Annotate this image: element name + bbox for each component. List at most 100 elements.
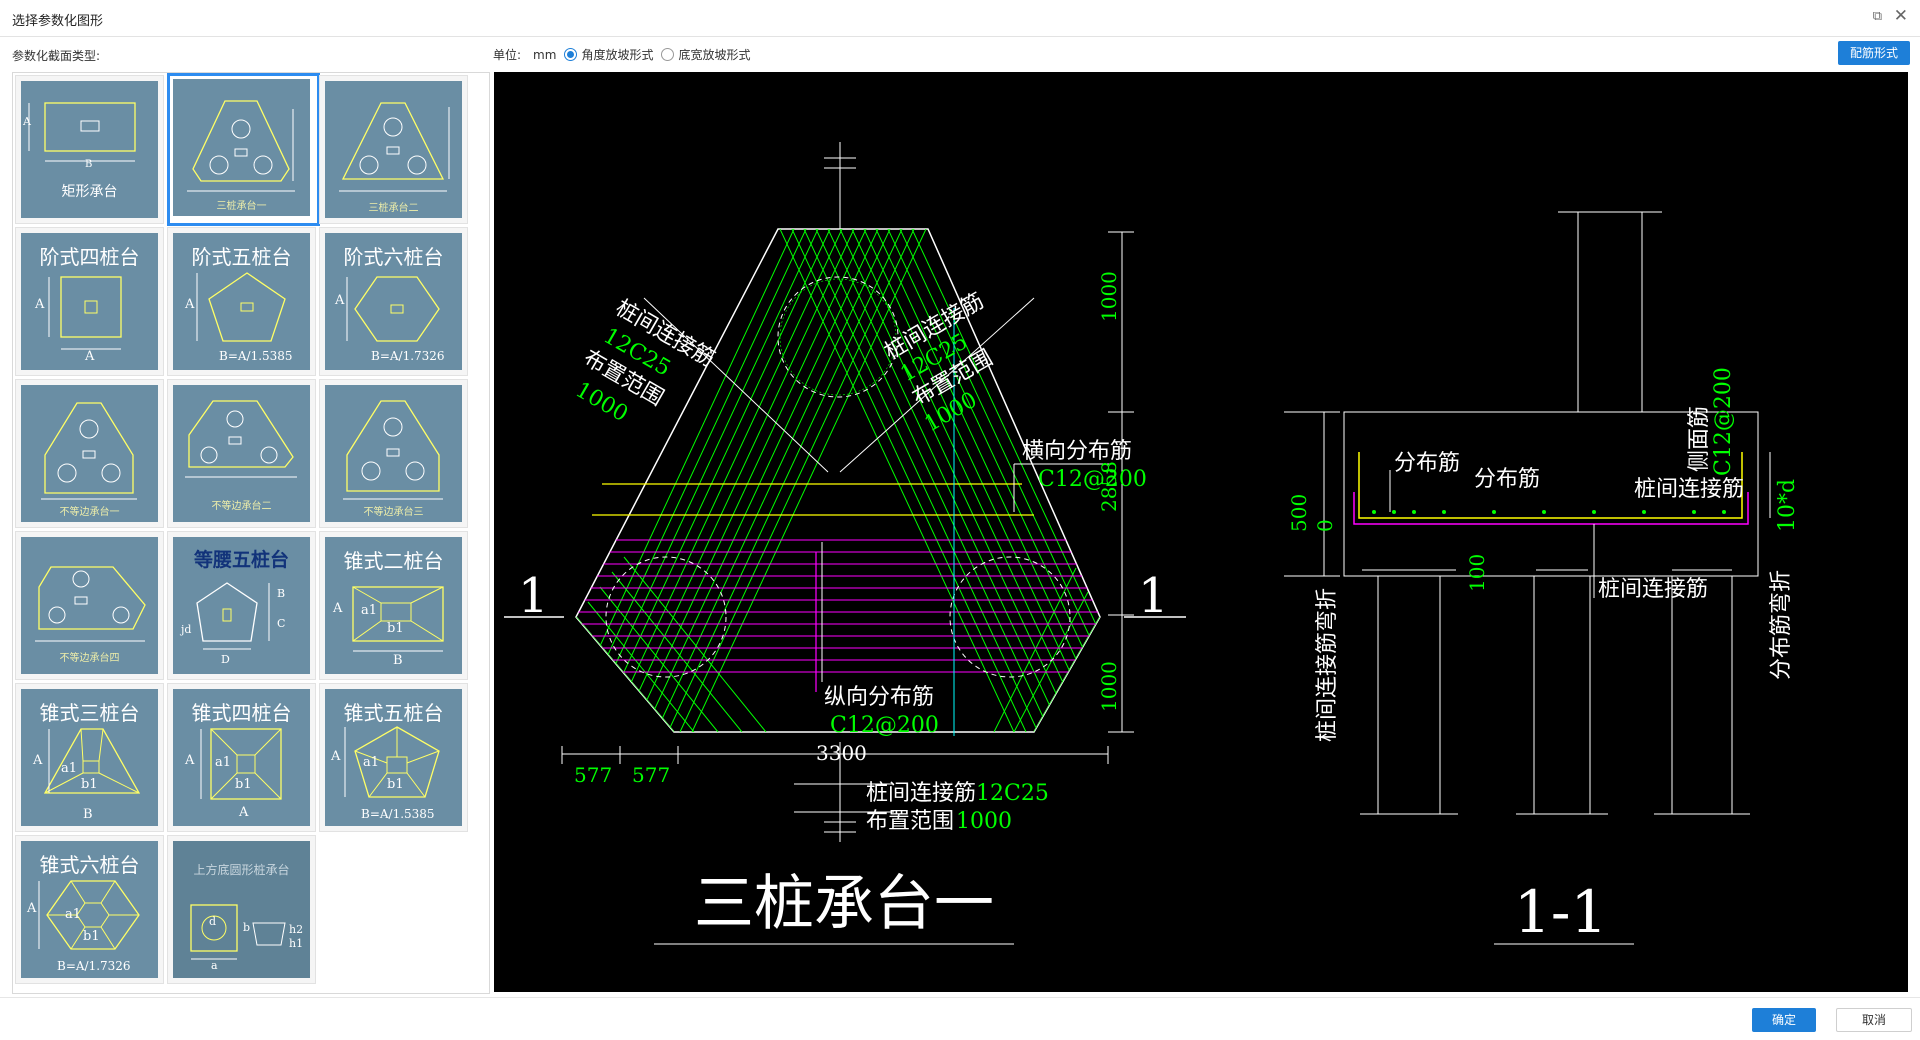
label-a: A xyxy=(185,297,195,312)
unit-value: mm xyxy=(533,47,557,62)
section-title: 1-1 xyxy=(1514,878,1607,946)
cone-six-icon xyxy=(38,880,140,950)
dist-rebar-1: 分布筋 xyxy=(1394,451,1460,476)
thumb-rect-cap: A B 矩形承台 xyxy=(21,81,158,218)
radio-base-width-slope-label: 底宽放坡形式 xyxy=(678,48,751,62)
label-b1: b1 xyxy=(235,777,252,792)
dim-h0: 0 xyxy=(1313,519,1337,532)
connect-rebar-bottom: 桩间连接筋 xyxy=(1598,577,1708,602)
thumb-three-pile-cap-1: 三桩承台一 xyxy=(173,79,310,216)
label-a: A xyxy=(23,115,31,128)
cone-five-icon xyxy=(344,726,440,798)
plan-view xyxy=(504,142,1634,945)
unequal-cap-3-icon xyxy=(343,400,443,500)
footer-divider xyxy=(0,997,1920,998)
caption: 不等边承台二 xyxy=(211,501,272,512)
label-a: A xyxy=(35,297,45,312)
gallery-item-step-four[interactable]: 阶式四桩台 A A xyxy=(15,227,164,376)
dim-top: 1000 xyxy=(1097,271,1121,322)
gallery-item-step-six[interactable]: 阶式六桩台 A B=A/1.7326 xyxy=(319,227,468,376)
dim-middle: 2858 xyxy=(1097,461,1121,512)
bottom-rebar-label: 桩间连接筋 xyxy=(866,781,976,806)
caption: 矩形承台 xyxy=(61,184,118,200)
thumb-cone-six: 锥式六桩台 A a1 b1 B=A/1.7326 xyxy=(21,841,158,978)
thumb-cone-five: 锥式五桩台 A a1 b1 B=A/1.5385 xyxy=(325,689,462,826)
shape-gallery[interactable]: A B 矩形承台 三桩承台一 三桩承台二 阶式四桩台 A A 阶式五桩台 A B… xyxy=(12,72,490,994)
gallery-item-rect-cap[interactable]: A B 矩形承台 xyxy=(15,75,164,224)
gallery-item-unequal-2[interactable]: 不等边承台二 xyxy=(167,379,316,528)
cad-drawing: 桩间连接筋 12C25 布置范围 1000 桩间连接筋 12C25 布置范围 1… xyxy=(504,142,1800,946)
section-labels: 分布筋 分布筋 桩间连接筋 桩间连接筋 侧面筋 C12@200 桩间连接筋弯折 … xyxy=(1287,367,1800,742)
gallery-item-cone-three[interactable]: 锥式三桩台 A a1 b1 B xyxy=(15,683,164,832)
side-rebar: 侧面筋 xyxy=(1687,406,1712,472)
label-a1: a1 xyxy=(361,603,378,618)
bottom-range-value: 1000 xyxy=(956,809,1012,834)
section-type-label: 参数化截面类型: xyxy=(12,49,101,63)
gallery-item-round-pile-cap[interactable]: 上方底圆形桩承台 d b h2 h1 a xyxy=(167,835,316,984)
unit-label: 单位: xyxy=(493,48,522,62)
label-d: D xyxy=(221,653,230,666)
dim-h500: 500 xyxy=(1287,494,1311,532)
label-b: B xyxy=(277,587,286,600)
bottom-rebar-spec: 12C25 xyxy=(976,781,1049,806)
section-mark-left: 1 xyxy=(518,568,549,624)
gallery-item-cone-six[interactable]: 锥式六桩台 A a1 b1 B=A/1.7326 xyxy=(15,835,164,984)
label-a: a xyxy=(211,959,218,972)
thumb-isosceles-five: 等腰五桩台 B C jd D xyxy=(173,537,310,674)
label-a1: a1 xyxy=(65,907,82,922)
radio-dot[interactable] xyxy=(661,48,675,61)
gallery-item-cone-four[interactable]: 锥式四桩台 A a1 b1 A xyxy=(167,683,316,832)
label-a1: a1 xyxy=(215,755,232,770)
label-b: B=A/1.5385 xyxy=(219,349,293,363)
label-a1: a1 xyxy=(363,755,380,770)
title-bar: 选择参数化图形 ⧉ ✕ xyxy=(0,0,1920,37)
label-b: B=A/1.5385 xyxy=(361,807,435,821)
section-view xyxy=(1284,211,1771,815)
thumb-round-pile-cap: 上方底圆形桩承台 d b h2 h1 a xyxy=(173,841,310,978)
cancel-button[interactable]: 取消 xyxy=(1836,1008,1912,1032)
radio-angle-slope[interactable]: 角度放坡形式 xyxy=(564,46,653,63)
radio-base-width-slope[interactable]: 底宽放坡形式 xyxy=(661,46,750,63)
gallery-item-three-pile-cap-1[interactable]: 三桩承台一 xyxy=(167,73,320,226)
gallery-item-unequal-1[interactable]: 不等边承台一 xyxy=(15,379,164,528)
thumb-cone-two: 锥式二桩台 A a1 b1 B xyxy=(325,537,462,674)
thumb-three-pile-cap-2: 三桩承台二 xyxy=(325,81,462,218)
label-b: b xyxy=(243,921,251,934)
rebar-form-button[interactable]: 配筋形式 xyxy=(1838,41,1910,65)
caption: 不等边承台四 xyxy=(59,653,120,664)
transverse-spec: C12@200 xyxy=(1038,467,1147,492)
gallery-item-cone-five[interactable]: 锥式五桩台 A a1 b1 B=A/1.5385 xyxy=(319,683,468,832)
window-title: 选择参数化图形 xyxy=(12,14,104,29)
thumb-step-five: 阶式五桩台 A B=A/1.5385 xyxy=(173,233,310,370)
gallery-item-three-pile-cap-2[interactable]: 三桩承台二 xyxy=(319,75,468,224)
gallery-item-step-five[interactable]: 阶式五桩台 A B=A/1.5385 xyxy=(167,227,316,376)
close-icon[interactable]: ✕ xyxy=(1894,6,1908,26)
label-b: B=A/1.7326 xyxy=(371,349,445,363)
dim-h100: 100 xyxy=(1465,554,1489,592)
caption: 不等边承台一 xyxy=(59,507,120,518)
label-b1: b1 xyxy=(83,929,100,944)
label-a: A xyxy=(33,753,43,768)
right-spec: 10*d xyxy=(1775,479,1800,532)
thumb-step-four: 阶式四桩台 A A xyxy=(21,233,158,370)
label-b: B xyxy=(85,159,93,170)
unit-options: 单位: mm 角度放坡形式 底宽放坡形式 xyxy=(493,46,750,63)
label-jd: jd xyxy=(181,623,192,636)
label-a: A xyxy=(185,753,195,768)
radio-dot-selected[interactable] xyxy=(564,48,578,61)
radio-angle-slope-label: 角度放坡形式 xyxy=(581,48,654,62)
restore-icon[interactable]: ⧉ xyxy=(1873,9,1882,24)
gallery-item-cone-two[interactable]: 锥式二桩台 A a1 b1 B xyxy=(319,531,468,680)
label-b: B xyxy=(393,653,403,668)
gallery-item-isosceles-five[interactable]: 等腰五桩台 B C jd D xyxy=(167,531,316,680)
gallery-item-unequal-4[interactable]: 不等边承台四 xyxy=(15,531,164,680)
thumb-cone-three: 锥式三桩台 A a1 b1 B xyxy=(21,689,158,826)
thumb-unequal-1: 不等边承台一 xyxy=(21,385,158,522)
caption: 三桩承台一 xyxy=(216,201,267,212)
label-a: A xyxy=(27,901,37,916)
ok-button[interactable]: 确定 xyxy=(1752,1008,1816,1032)
thumb-cone-four: 锥式四桩台 A a1 b1 A xyxy=(173,689,310,826)
gallery-item-unequal-3[interactable]: 不等边承台三 xyxy=(319,379,468,528)
longitudinal-label: 纵向分布筋 xyxy=(824,685,934,710)
label-a1: a1 xyxy=(61,761,78,776)
